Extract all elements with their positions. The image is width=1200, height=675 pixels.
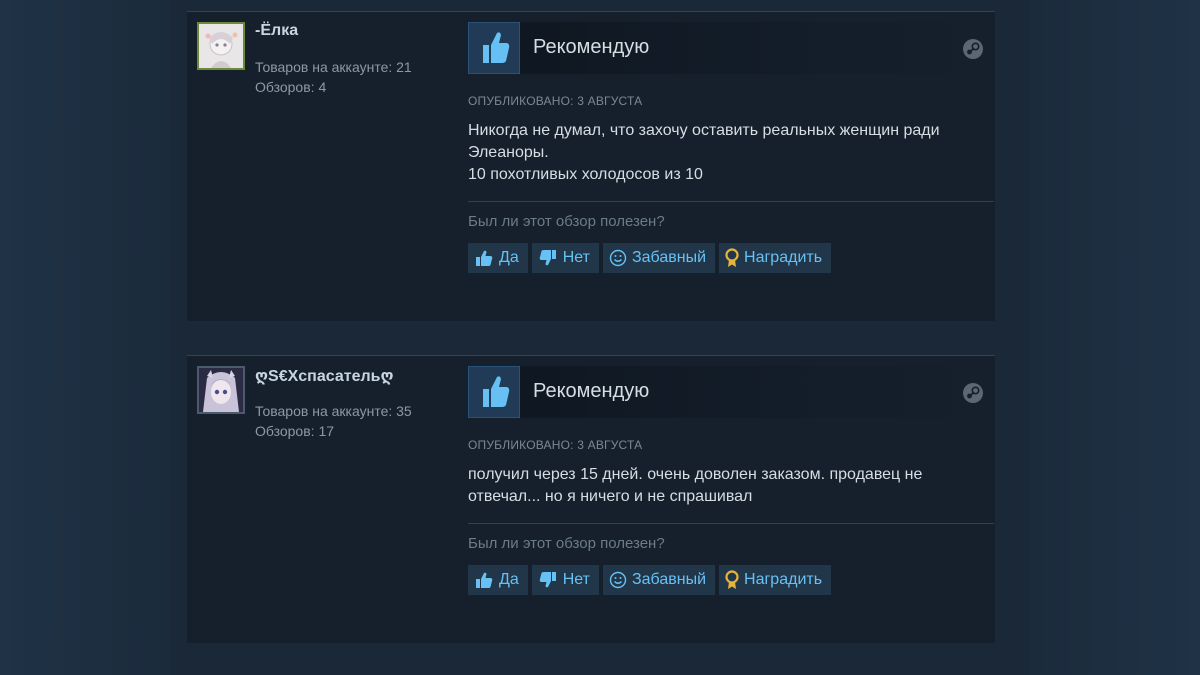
- steam-logo-icon: [962, 382, 984, 404]
- author-name[interactable]: ღS€Xспасательღ: [255, 366, 394, 386]
- helpful-question: Был ли этот обзор полезен?: [468, 213, 665, 230]
- steam-logo-icon: [962, 38, 984, 60]
- posted-date: ОПУБЛИКОВАНО: 3 АВГУСТА: [468, 94, 643, 108]
- vote-funny-button[interactable]: Забавный: [602, 243, 716, 273]
- vote-yes-label: Да: [499, 571, 519, 588]
- posted-date: ОПУБЛИКОВАНО: 3 АВГУСТА: [468, 438, 643, 452]
- vote-buttons: Да Нет Забавный Наградить: [468, 243, 832, 273]
- thumbs-down-icon: [539, 572, 556, 588]
- thumbs-up-icon: [468, 366, 520, 418]
- divider: [468, 523, 994, 524]
- award-ribbon-icon: [725, 570, 739, 589]
- review-author: ღS€Xспасательღ Товаров на аккаунте: 35 О…: [197, 366, 457, 456]
- thumbs-up-icon: [476, 250, 493, 266]
- recommendation-title: Рекомендую: [533, 380, 650, 402]
- author-reviews-count[interactable]: Обзоров: 17: [255, 423, 334, 439]
- thumbs-down-icon: [539, 250, 556, 266]
- award-button[interactable]: Наградить: [719, 565, 832, 595]
- smiley-icon: [609, 249, 627, 267]
- smiley-icon: [609, 571, 627, 589]
- avatar[interactable]: [197, 22, 245, 70]
- vote-no-label: Нет: [562, 249, 590, 266]
- vote-buttons: Да Нет Забавный Наградить: [468, 565, 832, 595]
- helpful-question: Был ли этот обзор полезен?: [468, 535, 665, 552]
- award-label: Наградить: [744, 249, 823, 266]
- thumbs-up-icon: [476, 572, 493, 588]
- avatar[interactable]: [197, 366, 245, 414]
- review-text: получил через 15 дней. очень доволен зак…: [468, 466, 923, 505]
- vote-no-label: Нет: [562, 571, 590, 588]
- author-name[interactable]: -Ёлка: [255, 22, 298, 40]
- recommendation-header[interactable]: Рекомендую: [468, 22, 994, 74]
- vote-funny-label: Забавный: [631, 571, 707, 588]
- vote-funny-button[interactable]: Забавный: [602, 565, 716, 595]
- author-products-count[interactable]: Товаров на аккаунте: 35: [255, 403, 412, 419]
- recommendation-title: Рекомендую: [533, 36, 650, 58]
- vote-yes-label: Да: [499, 249, 519, 266]
- vote-yes-button[interactable]: Да: [468, 243, 528, 273]
- thumbs-up-icon: [468, 22, 520, 74]
- vote-yes-button[interactable]: Да: [468, 565, 528, 595]
- review-author: -Ёлка Товаров на аккаунте: 21 Обзоров: 4: [197, 22, 457, 112]
- vote-no-button[interactable]: Нет: [531, 565, 599, 595]
- review-card: ღS€Xспасательღ Товаров на аккаунте: 35 О…: [187, 355, 995, 643]
- review-text: Никогда не думал, что захочу оставить ре…: [468, 122, 940, 183]
- award-label: Наградить: [744, 571, 823, 588]
- award-button[interactable]: Наградить: [719, 243, 832, 273]
- divider: [468, 201, 994, 202]
- vote-funny-label: Забавный: [631, 249, 707, 266]
- author-products-count[interactable]: Товаров на аккаунте: 21: [255, 59, 412, 75]
- recommendation-header[interactable]: Рекомендую: [468, 366, 994, 418]
- author-reviews-count[interactable]: Обзоров: 4: [255, 79, 326, 95]
- vote-no-button[interactable]: Нет: [531, 243, 599, 273]
- award-ribbon-icon: [725, 248, 739, 267]
- review-card: -Ёлка Товаров на аккаунте: 21 Обзоров: 4…: [187, 11, 995, 321]
